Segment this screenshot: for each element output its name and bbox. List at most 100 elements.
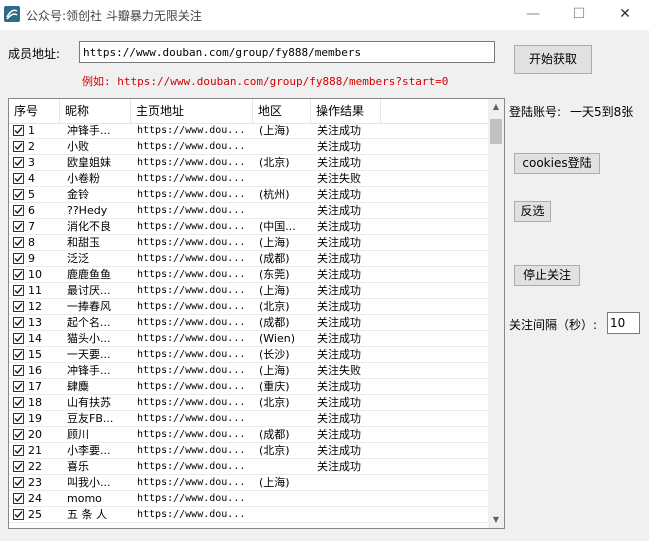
member-list[interactable]: 序号 昵称 主页地址 地区 操作结果 1 冲锋手... https://www.do… [8, 98, 505, 529]
table-row[interactable]: 12 一捧春风 https://www.dou... (北京) 关注成功 [9, 299, 490, 315]
row-homepage-url: https://www.dou... [137, 349, 246, 360]
row-checkbox[interactable] [13, 445, 24, 456]
table-row[interactable]: 14 猫头小... https://www.dou... (Wien) 关注成功 [9, 331, 490, 347]
row-region: (中国... [259, 220, 296, 233]
table-row[interactable]: 1 冲锋手... https://www.dou... (上海) 关注成功 [9, 123, 490, 139]
row-index: 21 [28, 444, 42, 457]
scroll-down-arrow-icon[interactable]: ▼ [488, 512, 504, 528]
cookies-login-button[interactable]: cookies登陆 [514, 153, 600, 174]
row-checkbox[interactable] [13, 477, 24, 488]
row-checkbox[interactable] [13, 253, 24, 264]
table-row[interactable]: 15 一天要... https://www.dou... (长沙) 关注成功 [9, 347, 490, 363]
window-title: 公众号:领创社 斗瓣暴力无限关注 [26, 9, 202, 23]
row-result: 关注成功 [317, 140, 361, 153]
column-header-index[interactable]: 序号 [9, 99, 60, 123]
minimize-icon[interactable]: — [510, 0, 556, 30]
row-index-cell: 3 [13, 155, 59, 171]
row-region: (上海) [259, 364, 290, 377]
table-row[interactable]: 10 鹿鹿鱼鱼 https://www.dou... (东莞) 关注成功 [9, 267, 490, 283]
row-checkbox[interactable] [13, 269, 24, 280]
table-row[interactable]: 9 泛泛 https://www.dou... (成都) 关注成功 [9, 251, 490, 267]
row-checkbox[interactable] [13, 333, 24, 344]
member-url-input[interactable]: https://www.douban.com/group/fy888/membe… [79, 41, 495, 63]
row-checkbox[interactable] [13, 221, 24, 232]
table-row[interactable]: 3 欧皇姐妹 https://www.dou... (北京) 关注成功 [9, 155, 490, 171]
example-hint: 例如: https://www.douban.com/group/fy888/m… [82, 75, 449, 88]
row-checkbox[interactable] [13, 205, 24, 216]
row-homepage-url: https://www.dou... [137, 413, 246, 424]
table-row[interactable]: 6 ??Hedy https://www.dou... 关注成功 [9, 203, 490, 219]
column-header-nickname[interactable]: 昵称 [60, 99, 131, 123]
row-checkbox[interactable] [13, 365, 24, 376]
row-checkbox[interactable] [13, 397, 24, 408]
row-checkbox[interactable] [13, 381, 24, 392]
table-row[interactable]: 11 最讨厌... https://www.dou... (上海) 关注成功 [9, 283, 490, 299]
vertical-scrollbar[interactable]: ▲ ▼ [488, 99, 504, 528]
row-index: 13 [28, 316, 42, 329]
row-homepage-url: https://www.dou... [137, 301, 246, 312]
row-checkbox[interactable] [13, 413, 24, 424]
table-row[interactable]: 24 momo https://www.dou... [9, 491, 490, 507]
column-header-region[interactable]: 地区 [253, 99, 311, 123]
row-checkbox[interactable] [13, 125, 24, 136]
row-region: (北京) [259, 156, 290, 169]
row-index: 9 [28, 252, 35, 265]
row-checkbox[interactable] [13, 429, 24, 440]
table-row[interactable]: 19 豆友FB... https://www.dou... 关注成功 [9, 411, 490, 427]
scroll-up-arrow-icon[interactable]: ▲ [488, 99, 504, 115]
row-checkbox[interactable] [13, 493, 24, 504]
row-checkbox[interactable] [13, 285, 24, 296]
row-checkbox[interactable] [13, 173, 24, 184]
row-result: 关注成功 [317, 124, 361, 137]
row-index-cell: 19 [13, 411, 59, 427]
row-homepage-url: https://www.dou... [137, 429, 246, 440]
row-index-cell: 21 [13, 443, 59, 459]
scroll-thumb[interactable] [490, 119, 502, 144]
row-checkbox[interactable] [13, 461, 24, 472]
check-icon [14, 303, 23, 311]
table-row[interactable]: 8 和甜玉 https://www.dou... (上海) 关注成功 [9, 235, 490, 251]
table-row[interactable]: 17 肆麋 https://www.dou... (重庆) 关注成功 [9, 379, 490, 395]
table-row[interactable]: 5 金铃 https://www.dou... (杭州) 关注成功 [9, 187, 490, 203]
column-header-homepage[interactable]: 主页地址 [131, 99, 253, 123]
check-icon [14, 511, 23, 519]
row-checkbox[interactable] [13, 237, 24, 248]
table-row[interactable]: 2 小败 https://www.dou... 关注成功 [9, 139, 490, 155]
row-checkbox[interactable] [13, 509, 24, 520]
row-checkbox[interactable] [13, 317, 24, 328]
row-nickname: 一捧春风 [67, 300, 111, 313]
row-checkbox[interactable] [13, 189, 24, 200]
start-fetch-button[interactable]: 开始获取 [514, 45, 592, 74]
row-nickname: ??Hedy [67, 204, 108, 217]
row-homepage-url: https://www.dou... [137, 189, 246, 200]
row-homepage-url: https://www.dou... [137, 157, 246, 168]
row-checkbox[interactable] [13, 157, 24, 168]
row-index: 20 [28, 428, 42, 441]
table-row[interactable]: 7 消化不良 https://www.dou... (中国... 关注成功 [9, 219, 490, 235]
row-checkbox[interactable] [13, 141, 24, 152]
row-result: 关注成功 [317, 348, 361, 361]
table-row[interactable]: 21 小李要... https://www.dou... (北京) 关注成功 [9, 443, 490, 459]
table-row[interactable]: 4 小卷粉 https://www.dou... 关注失败 [9, 171, 490, 187]
follow-interval-input[interactable]: 10 [607, 312, 640, 334]
column-header-result[interactable]: 操作结果 [311, 99, 381, 123]
row-checkbox[interactable] [13, 349, 24, 360]
table-row[interactable]: 23 叫我小... https://www.dou... (上海) [9, 475, 490, 491]
invert-select-button[interactable]: 反选 [514, 201, 551, 222]
check-icon [14, 191, 23, 199]
maximize-icon[interactable]: ☐ [556, 0, 602, 30]
row-result: 关注成功 [317, 332, 361, 345]
table-row[interactable]: 20 顾川 https://www.dou... (成都) 关注成功 [9, 427, 490, 443]
row-nickname: 欧皇姐妹 [67, 156, 111, 169]
row-nickname: 和甜玉 [67, 236, 100, 249]
table-row[interactable]: 22 喜乐 https://www.dou... 关注成功 [9, 459, 490, 475]
table-row[interactable]: 18 山有扶苏 https://www.dou... (北京) 关注成功 [9, 395, 490, 411]
table-row[interactable]: 16 冲锋手... https://www.dou... (上海) 关注失败 [9, 363, 490, 379]
close-icon[interactable]: ✕ [602, 0, 648, 30]
stop-follow-button[interactable]: 停止关注 [514, 265, 580, 286]
table-row[interactable]: 13 起个名... https://www.dou... (成都) 关注成功 [9, 315, 490, 331]
row-checkbox[interactable] [13, 301, 24, 312]
row-region: (重庆) [259, 380, 290, 393]
table-row[interactable]: 25 五 条 人 https://www.dou... [9, 507, 490, 523]
row-index-cell: 22 [13, 459, 59, 475]
